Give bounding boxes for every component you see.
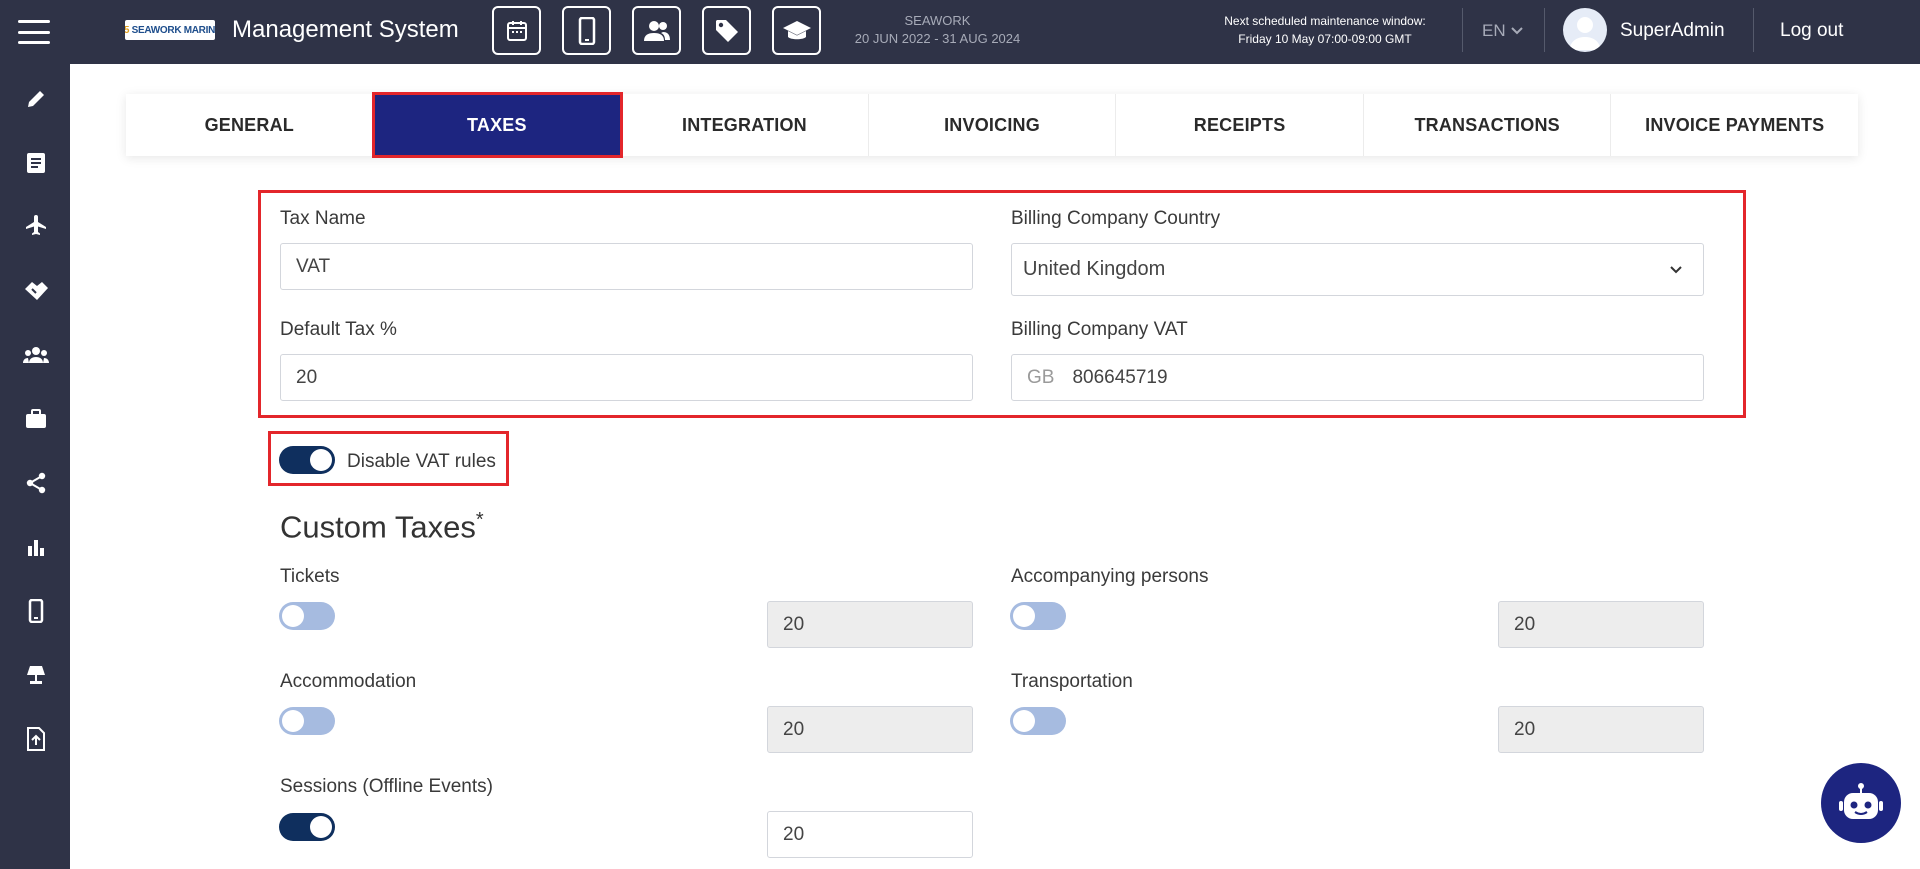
tab-invoice-payments[interactable]: INVOICE PAYMENTS <box>1611 94 1858 156</box>
disable-vat-toggle[interactable] <box>279 446 335 474</box>
divider <box>1544 8 1545 52</box>
chevron-down-icon <box>1670 266 1682 274</box>
tickets-toggle[interactable] <box>279 602 335 630</box>
tab-integration[interactable]: INTEGRATION <box>621 94 869 156</box>
tab-receipts[interactable]: RECEIPTS <box>1116 94 1364 156</box>
briefcase-icon[interactable] <box>23 406 49 432</box>
vat-country-prefix: GB <box>1027 366 1055 388</box>
maintenance-line1: Next scheduled maintenance window: <box>1224 14 1426 28</box>
tag-icon[interactable] <box>702 6 751 55</box>
tab-general[interactable]: GENERAL <box>126 94 374 156</box>
billing-vat-label: Billing Company VAT <box>1011 319 1188 340</box>
share-icon[interactable] <box>23 470 49 496</box>
divider <box>1462 8 1463 52</box>
language-selector[interactable]: EN <box>1482 21 1524 41</box>
upload-file-icon[interactable] <box>23 726 49 752</box>
plane-icon[interactable] <box>23 214 49 240</box>
maintenance-line2: Friday 10 May 07:00-09:00 GMT <box>1238 32 1412 46</box>
tab-transactions[interactable]: TRANSACTIONS <box>1364 94 1612 156</box>
robot-icon <box>1839 783 1883 819</box>
default-tax-label: Default Tax % <box>280 319 397 340</box>
accommodation-toggle[interactable] <box>279 707 335 735</box>
avatar[interactable] <box>1563 8 1607 52</box>
sidebar <box>0 64 70 869</box>
tax-name-input[interactable]: VAT <box>280 243 973 290</box>
list-icon[interactable] <box>23 150 49 176</box>
transportation-tax-input[interactable]: 20 <box>1498 706 1704 753</box>
billing-vat-input[interactable]: GB 806645719 <box>1011 354 1704 401</box>
top-bar: 25 SEAWORK MARINE Management System SEAW… <box>0 0 1920 64</box>
event-name: SEAWORK <box>904 13 971 28</box>
tax-name-label: Tax Name <box>280 208 366 229</box>
billing-country-value: United Kingdom <box>1023 258 1166 280</box>
custom-taxes-title: Custom Taxes* <box>280 509 484 545</box>
event-info: SEAWORK 20 JUN 2022 - 31 AUG 2024 <box>850 12 1025 48</box>
sessions-tax-input[interactable]: 20 <box>767 811 973 858</box>
username[interactable]: SuperAdmin <box>1620 20 1725 42</box>
seawork-logo: 25 SEAWORK MARINE <box>125 20 215 40</box>
accommodation-label: Accommodation <box>280 671 417 692</box>
maintenance-notice: Next scheduled maintenance window: Frida… <box>1215 12 1435 48</box>
billing-country-select[interactable]: United Kingdom <box>1011 243 1704 296</box>
accommodation-tax-input[interactable]: 20 <box>767 706 973 753</box>
bar-chart-icon[interactable] <box>23 534 49 560</box>
billing-vat-value: 806645719 <box>1072 366 1168 388</box>
accompanying-persons-label: Accompanying persons <box>1011 566 1209 587</box>
chatbot-button[interactable] <box>1821 763 1901 843</box>
mobile-icon[interactable] <box>562 6 611 55</box>
graduation-cap-icon[interactable] <box>772 6 821 55</box>
chevron-down-icon <box>1510 27 1523 35</box>
tab-taxes[interactable]: TAXES <box>371 92 624 158</box>
lamp-icon[interactable] <box>23 662 49 688</box>
mobile-icon[interactable] <box>23 598 49 624</box>
accompanying-persons-tax-input[interactable]: 20 <box>1498 601 1704 648</box>
people-icon[interactable] <box>632 6 681 55</box>
divider <box>1753 8 1754 52</box>
language-label: EN <box>1482 21 1506 40</box>
event-dates: 20 JUN 2022 - 31 AUG 2024 <box>854 31 1021 46</box>
quick-icons <box>492 6 821 55</box>
group-icon[interactable] <box>23 342 49 368</box>
transportation-toggle[interactable] <box>1010 707 1066 735</box>
sessions-label: Sessions (Offline Events) <box>280 776 493 797</box>
handshake-icon[interactable] <box>23 278 49 304</box>
sessions-toggle[interactable] <box>279 813 335 841</box>
calendar-icon[interactable] <box>492 6 541 55</box>
transportation-label: Transportation <box>1011 671 1133 692</box>
tab-invoicing[interactable]: INVOICING <box>869 94 1117 156</box>
disable-vat-label: Disable VAT rules <box>347 451 496 472</box>
required-mark: * <box>475 509 484 531</box>
hamburger-menu-icon[interactable] <box>18 20 50 44</box>
tickets-tax-input[interactable]: 20 <box>767 601 973 648</box>
settings-tabs: GENERAL TAXES INTEGRATION INVOICING RECE… <box>126 92 1858 158</box>
pencil-icon[interactable] <box>23 86 49 112</box>
default-tax-input[interactable]: 20 <box>280 354 973 401</box>
logout-button[interactable]: Log out <box>1780 20 1843 42</box>
tickets-label: Tickets <box>280 566 340 587</box>
app-title: Management System <box>232 16 459 43</box>
billing-country-label: Billing Company Country <box>1011 208 1221 229</box>
accompanying-persons-toggle[interactable] <box>1010 602 1066 630</box>
